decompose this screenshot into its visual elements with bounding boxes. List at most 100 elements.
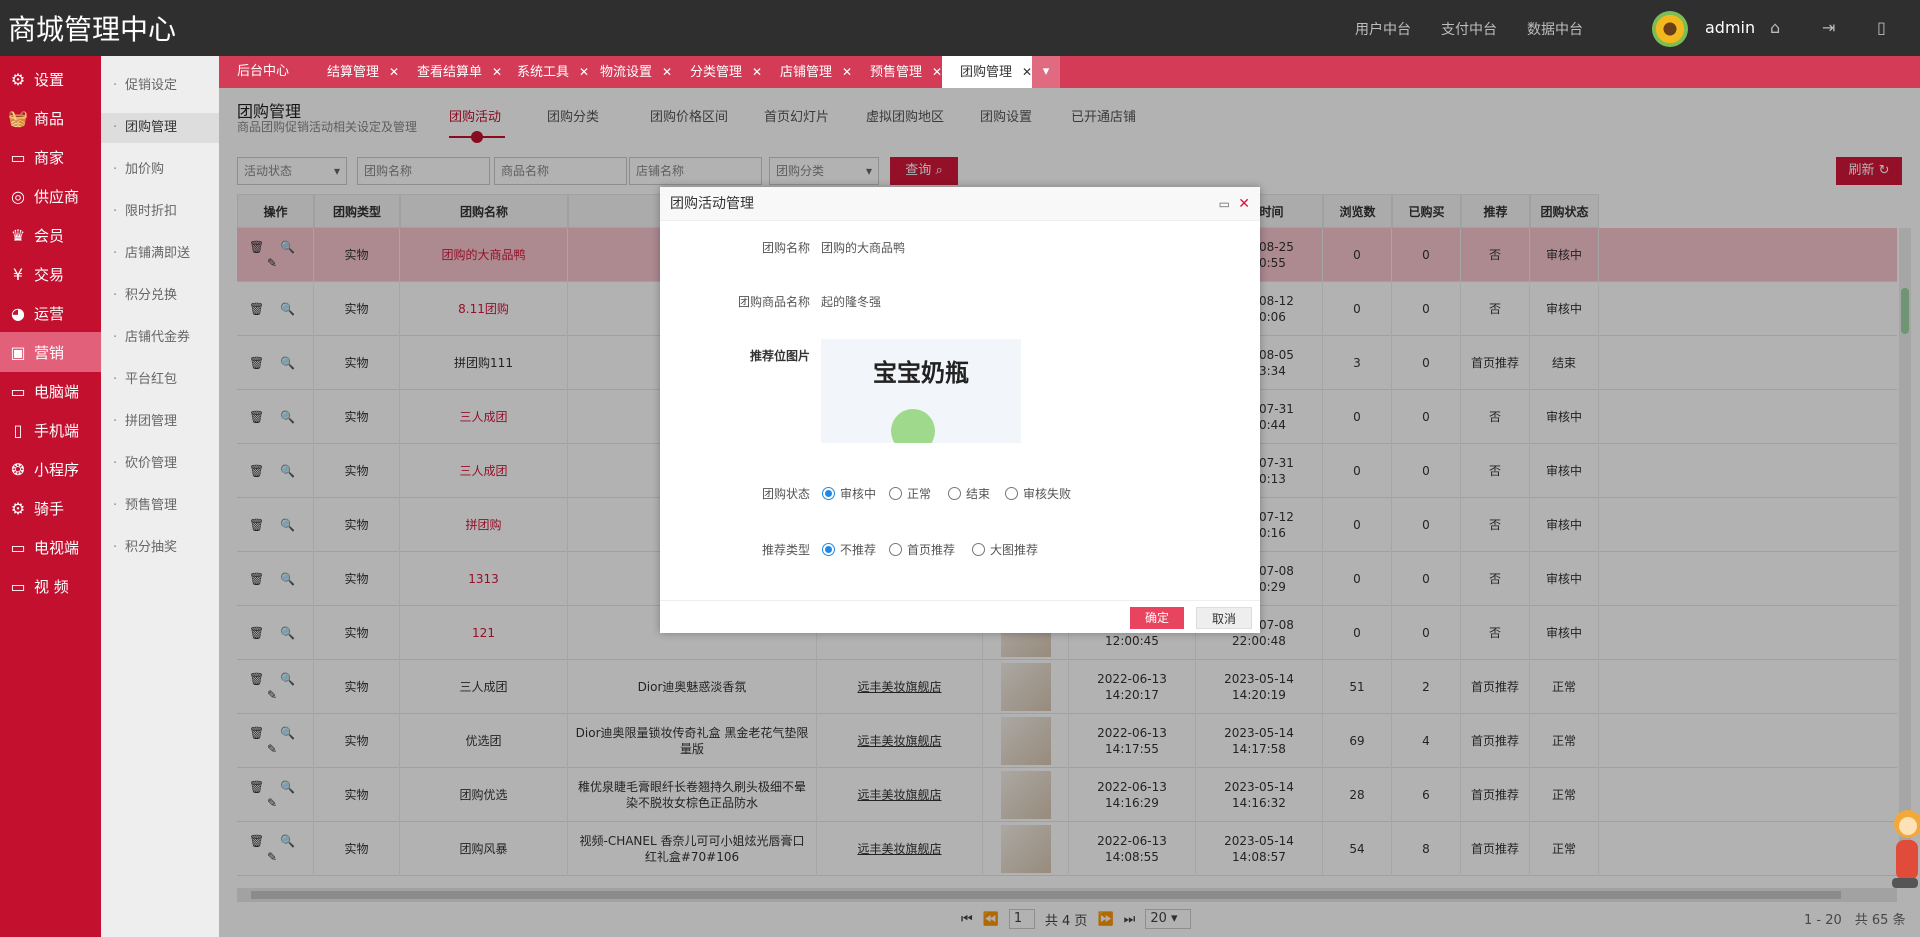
tab-5[interactable]: 分类管理 ✕: [672, 56, 774, 88]
tab-close-icon[interactable]: ✕: [389, 65, 399, 79]
fullscreen-icon[interactable]: ▯: [1877, 18, 1886, 37]
radio-option[interactable]: 大图推荐: [972, 541, 1038, 558]
cancel-button[interactable]: 取消: [1196, 607, 1252, 629]
tab-1[interactable]: 结算管理 ✕: [309, 56, 411, 88]
tab-close-icon[interactable]: ✕: [842, 65, 852, 79]
logout-icon[interactable]: ⇥: [1822, 18, 1835, 37]
sidebar-item-label: 电脑端: [34, 382, 80, 401]
submenu-item[interactable]: 店铺满即送: [101, 239, 219, 269]
sidebar-item-rider[interactable]: ⚙ 骑手: [0, 488, 101, 528]
radio-option[interactable]: 结束: [948, 485, 990, 502]
submenu-item[interactable]: 加价购: [101, 155, 219, 185]
sidebar-item-crown[interactable]: ♛ 会员: [0, 215, 101, 255]
radio-circle[interactable]: [948, 487, 961, 500]
bottle-illustration: [891, 409, 935, 443]
submenu-item[interactable]: 店铺代金券: [101, 323, 219, 353]
confirm-button[interactable]: 确定: [1130, 607, 1184, 629]
sidebar-item-label: 骑手: [34, 499, 65, 518]
top-links: 用户中台 支付中台 数据中台: [1355, 19, 1583, 39]
sidebar-item-video[interactable]: ▭ 视 频: [0, 566, 101, 606]
tab-more-button[interactable]: ▾: [1032, 56, 1060, 88]
username[interactable]: admin: [1705, 18, 1755, 37]
sidebar-item-yen[interactable]: ¥ 交易: [0, 254, 101, 294]
radio-option[interactable]: 审核中: [822, 485, 876, 502]
mascot-icon[interactable]: [1886, 806, 1920, 896]
tab-close-icon[interactable]: ✕: [752, 65, 762, 79]
field-label-rec: 推荐类型: [761, 543, 810, 557]
tab-7[interactable]: 预售管理 ✕: [852, 56, 954, 88]
radio-option[interactable]: 正常: [889, 485, 931, 502]
radio-circle[interactable]: [889, 487, 902, 500]
basket-icon: 🧺: [8, 108, 28, 128]
field-label-status: 团购状态: [761, 487, 810, 501]
sidebar-item-label: 会员: [34, 226, 65, 245]
tab-8[interactable]: 团购管理 ✕: [942, 56, 1045, 88]
sidebar-item-label: 商品: [34, 109, 65, 128]
radio-label: 首页推荐: [907, 543, 956, 557]
tab-2[interactable]: 查看结算单 ✕: [399, 56, 514, 88]
submenu-item[interactable]: 砍价管理: [101, 449, 219, 479]
sidebar-item-badge[interactable]: ◎ 供应商: [0, 176, 101, 216]
sidebar-item-monitor[interactable]: ▭ 电脑端: [0, 371, 101, 411]
radio-circle[interactable]: [889, 543, 902, 556]
tab-label: 后台中心: [237, 64, 290, 79]
tab-4[interactable]: 物流设置 ✕: [582, 56, 684, 88]
submenu-item[interactable]: 促销设定: [101, 71, 219, 101]
sidebar-item-marketing[interactable]: ▣ 营销: [0, 332, 109, 372]
radio-circle[interactable]: [1005, 487, 1018, 500]
radio-circle[interactable]: [822, 543, 835, 556]
top-link-data-center[interactable]: 数据中台: [1527, 19, 1583, 39]
radio-option[interactable]: 审核失败: [1005, 485, 1071, 502]
submenu-item[interactable]: 拼团管理: [101, 407, 219, 437]
submenu-item[interactable]: 平台红包: [101, 365, 219, 395]
sidebar-item-label: 营销: [34, 343, 65, 362]
sidebar-item-basket[interactable]: 🧺 商品: [0, 98, 101, 138]
sidebar-item-tv[interactable]: ▭ 电视端: [0, 527, 101, 567]
sidebar-item-label: 运营: [34, 304, 65, 323]
radio-option[interactable]: 首页推荐: [889, 541, 955, 558]
top-link-pay-center[interactable]: 支付中台: [1441, 19, 1497, 39]
top-link-user-center[interactable]: 用户中台: [1355, 19, 1411, 39]
sidebar-item-pie[interactable]: ◕ 运营: [0, 293, 101, 333]
tab-label: 物流设置: [600, 65, 653, 80]
tab-label: 分类管理: [690, 65, 743, 80]
avatar[interactable]: [1652, 11, 1688, 47]
tab-close-icon[interactable]: ✕: [662, 65, 672, 79]
radio-label: 审核中: [840, 487, 877, 501]
chevron-down-icon: ▾: [1042, 64, 1050, 79]
submenu-item[interactable]: 积分抽奖: [101, 533, 219, 563]
tab-close-icon[interactable]: ✕: [932, 65, 942, 79]
submenu-item[interactable]: 限时折扣: [101, 197, 219, 227]
sidebar-item-label: 商家: [34, 148, 65, 167]
home-icon[interactable]: ⌂: [1770, 18, 1780, 37]
tab-0[interactable]: 后台中心: [219, 56, 301, 88]
submenu-item[interactable]: 积分兑换: [101, 281, 219, 311]
promo-image[interactable]: 宝宝奶瓶: [821, 339, 1021, 443]
field-label-goods-name: 团购商品名称: [737, 295, 810, 309]
badge-icon: ◎: [11, 186, 25, 206]
submenu-item[interactable]: 预售管理: [101, 491, 219, 521]
radio-circle[interactable]: [972, 543, 985, 556]
radio-label: 大图推荐: [990, 543, 1039, 557]
field-label-image: 推荐位图片: [749, 349, 810, 363]
tab-6[interactable]: 店铺管理 ✕: [762, 56, 864, 88]
close-icon[interactable]: ✕: [1238, 187, 1250, 221]
sidebar-item-label: 交易: [34, 265, 65, 284]
marketing-icon: ▣: [10, 342, 26, 362]
gear-icon: ⚙: [10, 69, 26, 89]
sidebar-item-gear[interactable]: ⚙ 设置: [0, 59, 101, 99]
radio-label: 不推荐: [840, 543, 877, 557]
field-value-goods-name: 起的隆冬强: [821, 295, 882, 309]
submenu-item[interactable]: 团购管理: [101, 113, 219, 143]
sidebar-item-label: 视 频: [34, 577, 69, 596]
radio-option[interactable]: 不推荐: [822, 541, 876, 558]
tab-label: 结算管理: [327, 65, 380, 80]
sidebar-item-miniprogram[interactable]: ❂ 小程序: [0, 449, 101, 489]
tab-close-icon[interactable]: ✕: [1022, 65, 1032, 79]
radio-label: 结束: [966, 487, 991, 501]
sidebar-item-mobile[interactable]: ▯ 手机端: [0, 410, 101, 450]
field-label-group-name: 团购名称: [761, 241, 810, 255]
sidebar-item-shop[interactable]: ▭ 商家: [0, 137, 101, 177]
radio-circle[interactable]: [822, 487, 835, 500]
maximize-icon[interactable]: ▭: [1219, 187, 1230, 221]
